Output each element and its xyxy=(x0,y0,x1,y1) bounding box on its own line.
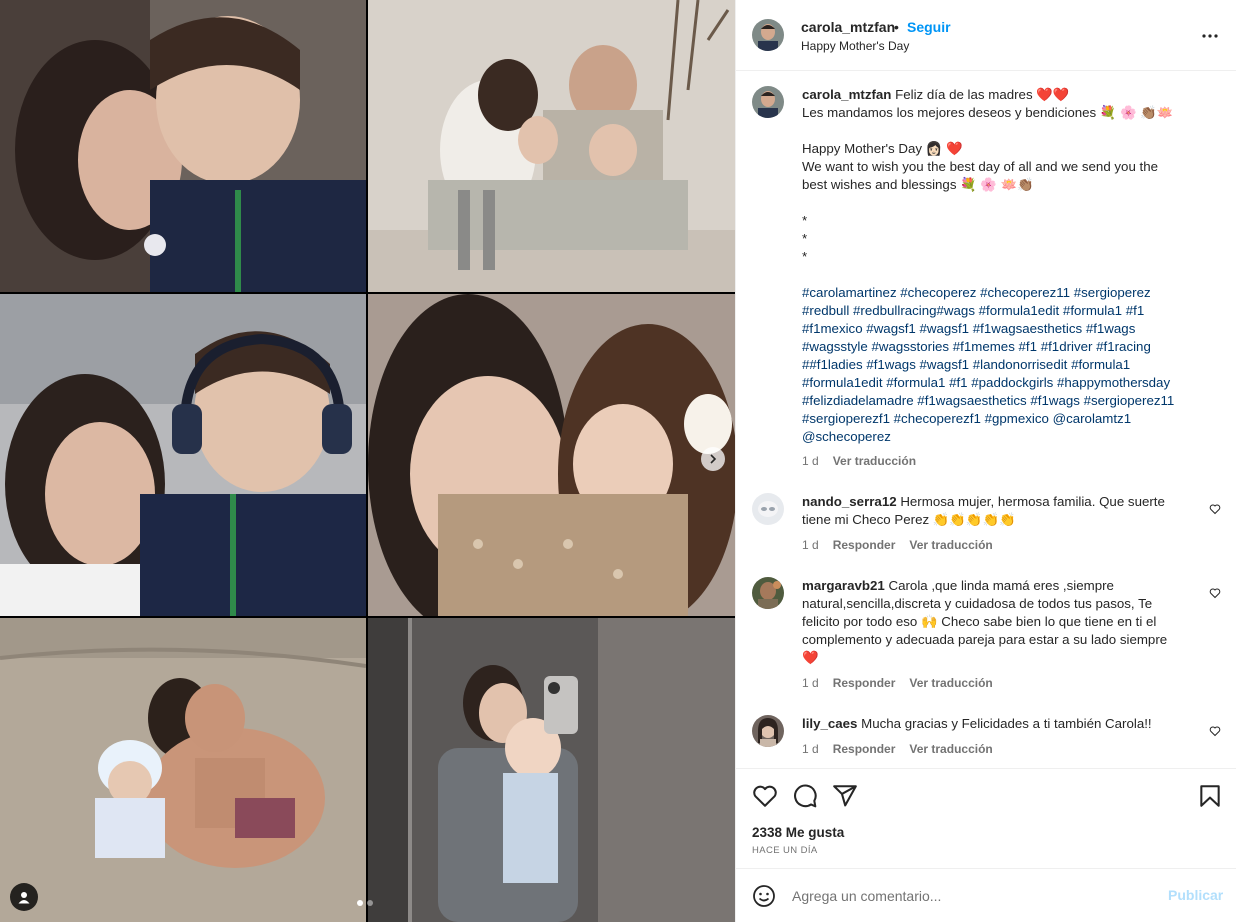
hashtag-line[interactable]: #formula1edit #formula1 #f1 #paddockgirl… xyxy=(802,374,1212,392)
photo-4 xyxy=(368,294,735,616)
carousel-indicator xyxy=(357,900,373,906)
carousel-dot xyxy=(367,900,373,906)
bookmark-icon[interactable] xyxy=(1197,783,1223,809)
caption-translate-link[interactable]: Ver traducción xyxy=(833,454,916,468)
photo-1 xyxy=(0,0,366,292)
post-details-panel: carola_mtzfan • Seguir Happy Mother's Da… xyxy=(735,0,1236,922)
hashtag-line[interactable]: ##f1ladies #f1wags #wagsf1 #landonorrise… xyxy=(802,356,1212,374)
caption-line xyxy=(802,194,1212,212)
post-header: carola_mtzfan • Seguir Happy Mother's Da… xyxy=(736,0,1236,71)
separator-dot: • xyxy=(894,19,899,35)
publish-button[interactable]: Publicar xyxy=(1168,887,1223,903)
hashtag-line[interactable]: #sergioperezf1 #checoperezf1 #gpmexico @… xyxy=(802,410,1212,428)
comment-text: lily_caes Mucha gracias y Felicidades a … xyxy=(802,716,1152,731)
more-icon[interactable] xyxy=(1198,24,1222,48)
comment-username[interactable]: margaravb21 xyxy=(802,578,885,593)
post-actions: 2338 Me gusta HACE UN DÍA xyxy=(736,768,1236,868)
hashtag-line[interactable]: #carolamartinez #checoperez #checoperez1… xyxy=(802,284,1212,302)
comment-meta: 1 d Responder Ver traducción xyxy=(802,676,993,690)
caption-line: best wishes and blessings 💐 🌸 🪷👏🏽 xyxy=(802,177,1034,192)
comment-avatar[interactable] xyxy=(752,493,784,525)
comments-list[interactable]: carola_mtzfan Feliz día de las madres ❤️… xyxy=(736,72,1236,767)
tagged-users-button[interactable] xyxy=(10,883,38,911)
caption-avatar[interactable] xyxy=(752,86,784,118)
comment-input[interactable] xyxy=(792,885,1152,907)
photo-5 xyxy=(0,618,366,922)
photo-6 xyxy=(368,618,735,922)
caption-line: * xyxy=(802,213,808,228)
reply-link[interactable]: Responder xyxy=(833,742,896,756)
likes-count[interactable]: 2338 Me gusta xyxy=(752,825,844,840)
share-icon[interactable] xyxy=(832,783,858,809)
translate-link[interactable]: Ver traducción xyxy=(909,676,992,690)
comment-meta: 1 d Responder Ver traducción xyxy=(802,538,993,552)
caption-line: Happy Mother's Day 👩🏻 ❤️ xyxy=(802,141,963,156)
hashtag-line[interactable]: #f1mexico #wagsf1 #wagsf1 #f1wagsaesthet… xyxy=(802,320,1212,338)
reply-link[interactable]: Responder xyxy=(833,676,896,690)
caption-line: We want to wish you the best day of all … xyxy=(802,159,1159,174)
caption-time: 1 d xyxy=(802,454,819,468)
reply-link[interactable]: Responder xyxy=(833,538,896,552)
author-avatar[interactable] xyxy=(752,19,784,51)
comment-username[interactable]: nando_serra12 xyxy=(802,494,897,509)
caption-text: carola_mtzfan Feliz día de las madres ❤️… xyxy=(802,86,1212,446)
comment-meta: 1 d Responder Ver traducción xyxy=(802,742,993,756)
translate-link[interactable]: Ver traducción xyxy=(909,742,992,756)
like-comment-icon[interactable] xyxy=(1209,587,1221,599)
chevron-right-icon xyxy=(710,454,717,464)
comment-time: 1 d xyxy=(802,676,819,690)
translate-link[interactable]: Ver traducción xyxy=(909,538,992,552)
comment-avatar[interactable] xyxy=(752,715,784,747)
like-comment-icon[interactable] xyxy=(1209,725,1221,737)
hashtag-line[interactable]: @schecoperez xyxy=(802,428,1212,446)
comment-username[interactable]: lily_caes xyxy=(802,716,857,731)
caption-line: Les mandamos los mejores deseos y bendic… xyxy=(802,105,1174,120)
emoji-icon[interactable] xyxy=(752,884,776,908)
caption-line xyxy=(802,122,1212,140)
follow-button[interactable]: Seguir xyxy=(907,19,951,35)
caption-meta: 1 d Ver traducción xyxy=(802,454,916,468)
comment-composer: Publicar xyxy=(736,868,1236,922)
comment-time: 1 d xyxy=(802,742,819,756)
carousel-dot-active xyxy=(357,900,363,906)
post-location[interactable]: Happy Mother's Day xyxy=(801,39,909,53)
author-username[interactable]: carola_mtzfan xyxy=(801,19,895,35)
hashtag-line[interactable]: #redbull #redbullracing#wags #formula1ed… xyxy=(802,302,1212,320)
comment-time: 1 d xyxy=(802,538,819,552)
comment-text: margaravb21 Carola ,que linda mamá eres … xyxy=(802,578,1168,665)
hashtag-line[interactable]: #wagsstyle #wagsstories #f1memes #f1 #f1… xyxy=(802,338,1212,356)
heart-icon[interactable] xyxy=(752,783,778,809)
caption-line: carola_mtzfan Feliz día de las madres ❤️… xyxy=(802,87,1070,102)
like-comment-icon[interactable] xyxy=(1209,503,1221,515)
hashtag-line[interactable]: #felizdiadelamadre #f1wagsaesthetics #f1… xyxy=(802,392,1212,410)
comment-avatar[interactable] xyxy=(752,577,784,609)
comment-icon[interactable] xyxy=(792,783,818,809)
next-photo-button[interactable] xyxy=(701,447,725,471)
caption-line xyxy=(802,266,1212,284)
photo-2 xyxy=(368,0,735,292)
post-media-grid xyxy=(0,0,735,922)
tag-icon xyxy=(18,892,30,904)
caption-line: * xyxy=(802,249,808,264)
comment-text: nando_serra12 Hermosa mujer, hermosa fam… xyxy=(802,494,1165,527)
caption-line: * xyxy=(802,231,808,246)
photo-3 xyxy=(0,294,366,616)
post-date: HACE UN DÍA xyxy=(752,845,818,856)
caption-username[interactable]: carola_mtzfan xyxy=(802,87,891,102)
